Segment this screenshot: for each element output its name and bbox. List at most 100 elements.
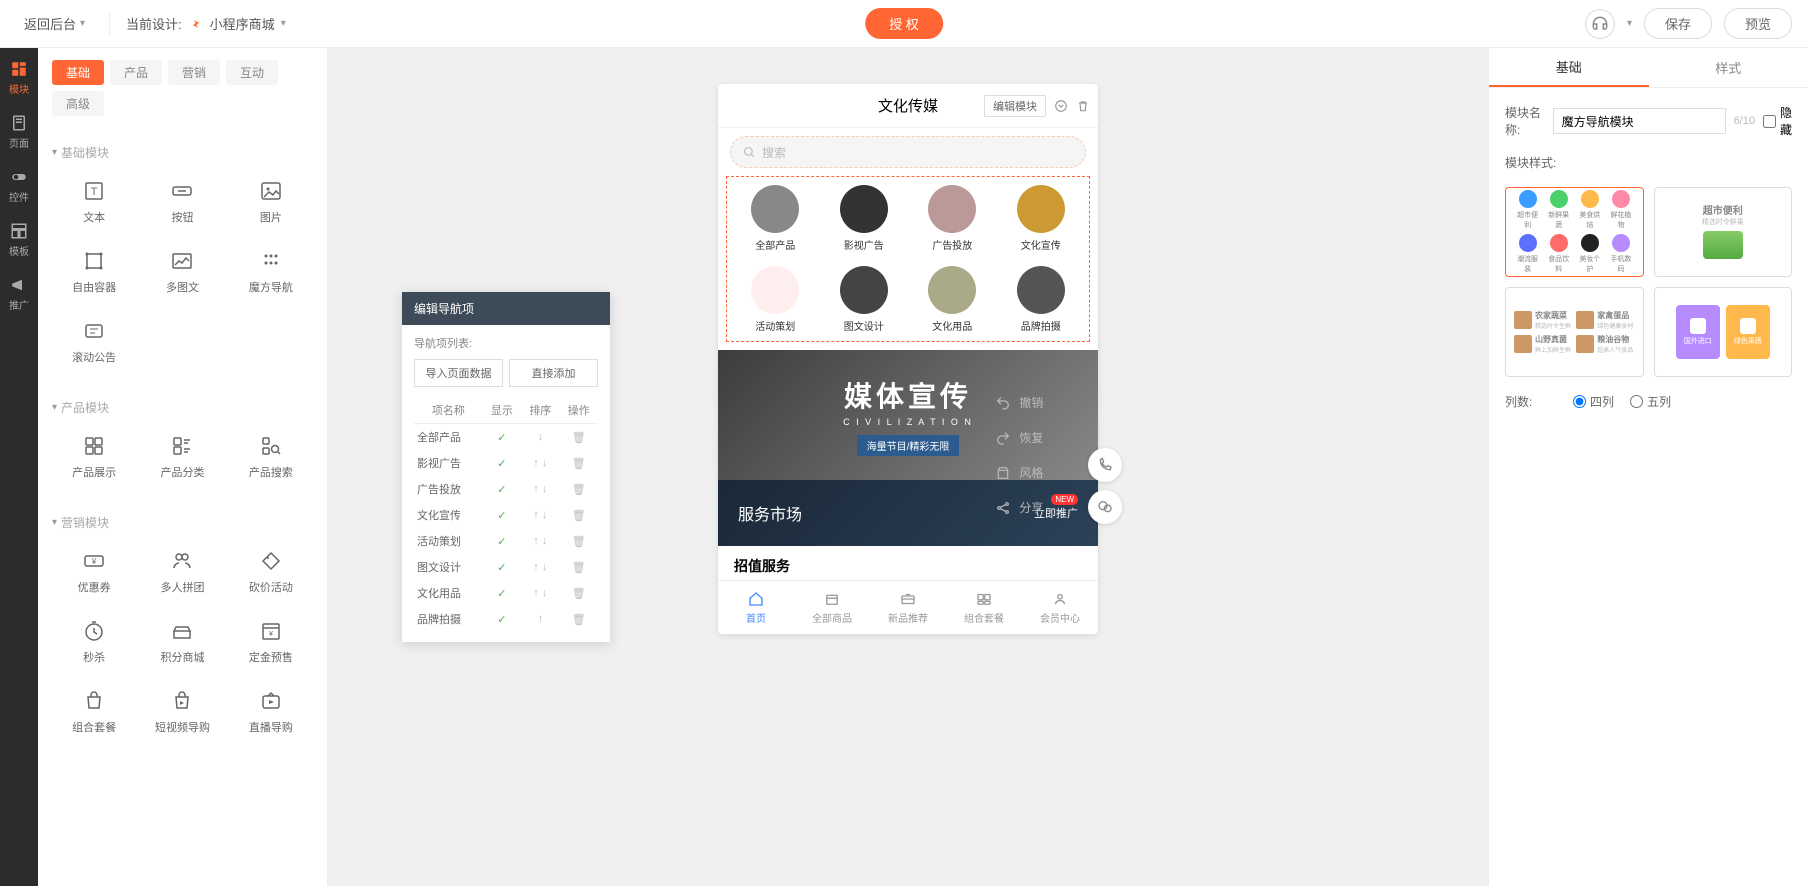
trash-icon[interactable]: 🗑 xyxy=(572,458,586,470)
trash-icon[interactable] xyxy=(1076,99,1090,113)
style-option-3[interactable]: 农家蔬菜精选时令生鲜家禽蛋品绿色健康食材山野真菌鲜上加鲜生鲜粮油谷物超高人气食品 xyxy=(1505,287,1644,377)
move-up-icon[interactable]: ↑ xyxy=(533,587,539,599)
nav-module[interactable]: 模块 xyxy=(9,60,29,96)
check-icon[interactable]: ✓ xyxy=(497,432,506,444)
nav-widget[interactable]: 控件 xyxy=(9,168,29,204)
trash-icon[interactable]: 🗑 xyxy=(572,614,586,626)
move-down-icon[interactable]: ↓ xyxy=(542,457,548,469)
module-video[interactable]: 短视频导购 xyxy=(140,679,224,745)
tabbar-item[interactable]: 组合套餐 xyxy=(946,581,1022,634)
style-option-1[interactable]: 超市便利新鲜果蔬美食烘焙鲜花植物潮流服装食品饮料美妆个护手机数码 xyxy=(1505,187,1644,277)
mod-tab-interact[interactable]: 互动 xyxy=(226,60,278,85)
module-prodgrid[interactable]: 产品展示 xyxy=(52,424,136,490)
module-multiimg[interactable]: 多图文 xyxy=(140,239,224,305)
module-points[interactable]: 积分商城 xyxy=(140,609,224,675)
check-icon[interactable]: ✓ xyxy=(497,510,506,522)
move-down-icon[interactable]: ↓ xyxy=(542,561,548,573)
trash-icon[interactable]: 🗑 xyxy=(572,484,586,496)
tabbar-item[interactable]: 全部商品 xyxy=(794,581,870,634)
back-button[interactable]: 返回后台▾ xyxy=(16,10,93,37)
check-icon[interactable]: ✓ xyxy=(497,536,506,548)
tabbar-item[interactable]: 首页 xyxy=(718,581,794,634)
move-down-icon[interactable]: ↓ xyxy=(542,509,548,521)
nav-item[interactable]: 文化用品 xyxy=(912,266,993,333)
module-notice[interactable]: 滚动公告 xyxy=(52,309,136,375)
import-page-data-button[interactable]: 导入页面数据 xyxy=(414,359,503,387)
module-prodsearch[interactable]: 产品搜索 xyxy=(229,424,313,490)
nav-item[interactable]: 品牌拍摄 xyxy=(1001,266,1082,333)
authorize-button[interactable]: 授 权 xyxy=(865,8,943,39)
current-design[interactable]: 当前设计: 小程序商城▾ xyxy=(126,14,286,33)
mod-tab-advanced[interactable]: 高级 xyxy=(52,91,104,116)
module-navgrid[interactable]: 魔方导航 xyxy=(229,239,313,305)
trash-icon[interactable]: 🗑 xyxy=(572,588,586,600)
module-name-input[interactable] xyxy=(1553,108,1726,134)
mod-tab-marketing[interactable]: 营销 xyxy=(168,60,220,85)
module-combo[interactable]: 组合套餐 xyxy=(52,679,136,745)
check-icon[interactable]: ✓ xyxy=(497,614,506,626)
module-flash[interactable]: 秒杀 xyxy=(52,609,136,675)
move-up-icon[interactable]: ↑ xyxy=(533,483,539,495)
action-share[interactable]: 分享NEW xyxy=(995,499,1078,516)
style-option-4[interactable]: 国外进口 绿色果蔬 xyxy=(1654,287,1793,377)
nav-promo[interactable]: 推广 xyxy=(9,276,29,312)
module-text[interactable]: T文本 xyxy=(52,169,136,235)
nav-item[interactable]: 广告投放 xyxy=(912,185,993,252)
move-down-icon[interactable]: ↓ xyxy=(542,535,548,547)
module-live[interactable]: 直播导购 xyxy=(229,679,313,745)
headset-icon[interactable] xyxy=(1585,9,1615,39)
props-tab-basic[interactable]: 基础 xyxy=(1489,48,1649,87)
module-group[interactable]: 多人拼团 xyxy=(140,539,224,605)
nav-item[interactable]: 全部产品 xyxy=(735,185,816,252)
module-container[interactable]: 自由容器 xyxy=(52,239,136,305)
tabbar-item[interactable]: 会员中心 xyxy=(1022,581,1098,634)
chevron-down-icon[interactable] xyxy=(1054,99,1068,113)
move-up-icon[interactable]: ↑ xyxy=(533,509,539,521)
move-up-icon[interactable]: ↑ xyxy=(533,535,539,547)
module-image[interactable]: 图片 xyxy=(229,169,313,235)
hide-checkbox[interactable]: 隐藏 xyxy=(1763,104,1792,138)
style-option-2[interactable]: 超市便利 精选时令鲜果 xyxy=(1654,187,1793,277)
trash-icon[interactable]: 🗑 xyxy=(572,432,586,444)
props-tab-style[interactable]: 样式 xyxy=(1649,48,1808,87)
move-up-icon[interactable]: ↑ xyxy=(533,457,539,469)
move-down-icon[interactable]: ↓ xyxy=(542,483,548,495)
check-icon[interactable]: ✓ xyxy=(497,484,506,496)
module-coupon[interactable]: ¥优惠券 xyxy=(52,539,136,605)
float-phone-button[interactable] xyxy=(1088,448,1122,482)
action-style[interactable]: 风格 xyxy=(995,464,1078,481)
move-down-icon[interactable]: ↓ xyxy=(538,431,544,443)
action-redo[interactable]: 恢复 xyxy=(995,429,1078,446)
cols-radio-4[interactable]: 四列 xyxy=(1573,393,1614,410)
move-down-icon[interactable]: ↓ xyxy=(542,587,548,599)
mod-tab-basic[interactable]: 基础 xyxy=(52,60,104,85)
move-up-icon[interactable]: ↑ xyxy=(538,613,544,625)
nav-item[interactable]: 影视广告 xyxy=(824,185,905,252)
search-bar[interactable]: 搜索 xyxy=(730,136,1086,168)
module-prodcat[interactable]: 产品分类 xyxy=(140,424,224,490)
nav-item[interactable]: 活动策划 xyxy=(735,266,816,333)
cols-radio-5[interactable]: 五列 xyxy=(1630,393,1671,410)
nav-template[interactable]: 模板 xyxy=(9,222,29,258)
check-icon[interactable]: ✓ xyxy=(497,458,506,470)
move-up-icon[interactable]: ↑ xyxy=(533,561,539,573)
edit-module-button[interactable]: 编辑模块 xyxy=(984,95,1046,117)
nav-grid-module[interactable]: 全部产品影视广告广告投放文化宣传活动策划图文设计文化用品品牌拍摄 xyxy=(726,176,1090,342)
mod-tab-product[interactable]: 产品 xyxy=(110,60,162,85)
module-bargain[interactable]: 砍价活动 xyxy=(229,539,313,605)
nav-item[interactable]: 文化宣传 xyxy=(1001,185,1082,252)
module-button[interactable]: 按钮 xyxy=(140,169,224,235)
trash-icon[interactable]: 🗑 xyxy=(572,510,586,522)
float-wechat-button[interactable] xyxy=(1088,490,1122,524)
add-directly-button[interactable]: 直接添加 xyxy=(509,359,598,387)
check-icon[interactable]: ✓ xyxy=(497,588,506,600)
trash-icon[interactable]: 🗑 xyxy=(572,536,586,548)
trash-icon[interactable]: 🗑 xyxy=(572,562,586,574)
nav-page[interactable]: 页面 xyxy=(9,114,29,150)
action-undo[interactable]: 撤销 xyxy=(995,394,1078,411)
preview-button[interactable]: 预览 xyxy=(1724,8,1792,39)
tabbar-item[interactable]: 新品推荐 xyxy=(870,581,946,634)
module-presale[interactable]: ¥定金预售 xyxy=(229,609,313,675)
save-button[interactable]: 保存 xyxy=(1644,8,1712,39)
check-icon[interactable]: ✓ xyxy=(497,562,506,574)
